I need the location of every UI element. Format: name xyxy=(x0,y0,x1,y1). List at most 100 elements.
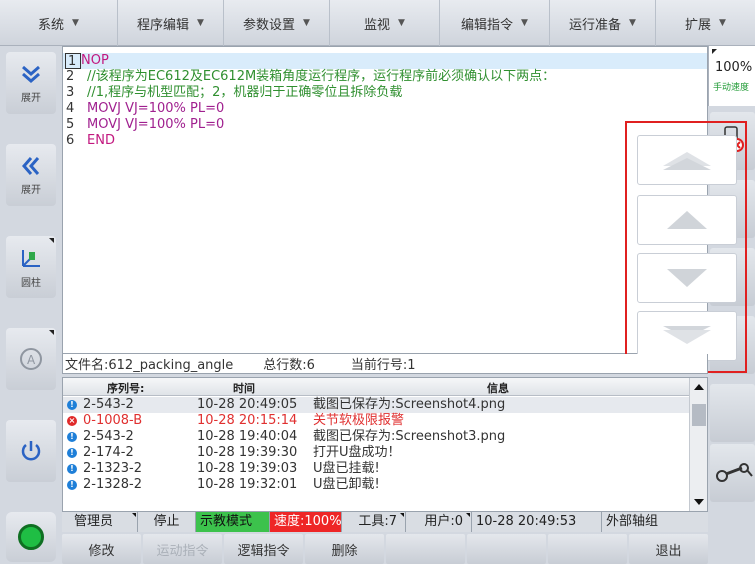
info-icon: ! xyxy=(67,480,77,490)
teach-mode-chip: 示教模式 xyxy=(196,512,270,532)
exit-button[interactable]: 退出 xyxy=(629,534,708,564)
chevron-down-icon: ▼ xyxy=(197,18,204,28)
scroll-thumb[interactable] xyxy=(692,404,706,426)
log-row[interactable]: × 0-1008-B 10-28 20:15:14 关节软极限报警 xyxy=(63,413,689,429)
svg-text:A: A xyxy=(27,353,36,367)
scroll-down-icon[interactable] xyxy=(694,499,704,505)
expand-button-top[interactable]: 展开 xyxy=(6,52,56,114)
log-scrollbar[interactable] xyxy=(689,378,707,511)
column-header-time: 时间 xyxy=(233,382,255,395)
menu-extension[interactable]: 扩展 ▼ xyxy=(656,0,755,46)
top-menu-bar: 系统 ▼ 程序编辑 ▼ 参数设置 ▼ 监视 ▼ 编辑指令 ▼ 运行准备 ▼ 扩展 ▼ xyxy=(0,0,755,46)
program-line[interactable]: 4 MOVJ VJ=100% PL=0 xyxy=(63,101,707,117)
info-icon: ! xyxy=(67,432,77,442)
bottom-function-bar: 修改 运动指令 逻辑指令 删除 退出 xyxy=(62,534,708,564)
menu-run-prep[interactable]: 运行准备 ▼ xyxy=(550,0,656,46)
program-line[interactable]: 5 MOVJ VJ=100% PL=0 xyxy=(63,117,707,133)
error-icon: × xyxy=(67,416,77,426)
line-code: MOVJ VJ=100% PL=0 xyxy=(87,101,225,116)
file-name: 文件名:612_packing_angle xyxy=(65,358,234,373)
log-row[interactable]: ! 2-1328-2 10-28 19:32:01 U盘已卸载! xyxy=(63,477,689,493)
speed-mode-label: 手动速度 xyxy=(713,83,750,93)
robot-arm-icon xyxy=(716,463,753,482)
double-down-arrow-icon xyxy=(663,326,711,344)
log-header: 序列号: 时间 信息 xyxy=(63,378,689,396)
robot-teach-pendant-screen: 系统 ▼ 程序编辑 ▼ 参数设置 ▼ 监视 ▼ 编辑指令 ▼ 运行准备 ▼ 扩展 ▼ 展开 展… xyxy=(0,0,755,564)
program-line[interactable]: 2 //该程序为EC612及EC612M装箱角度运行程序，运行程序前必须确认以下… xyxy=(63,69,707,85)
page-scroll-controls xyxy=(625,121,747,373)
line-number: 3 xyxy=(66,85,75,100)
menu-system[interactable]: 系统 ▼ xyxy=(0,0,118,46)
user-frame-chip[interactable]: 用户:0 xyxy=(406,512,472,532)
log-row[interactable]: ! 2-174-2 10-28 19:39:30 打开U盘成功！ xyxy=(63,445,689,461)
run-indicator-button[interactable] xyxy=(6,512,56,562)
power-icon xyxy=(21,441,41,461)
cylinder-coordinate-icon xyxy=(22,249,40,267)
axis-mode-button[interactable]: A xyxy=(6,328,56,390)
line-number: 6 xyxy=(66,133,75,148)
current-line: 当前行号:1 xyxy=(350,358,416,373)
cylinder-label: 圆柱 xyxy=(21,277,41,289)
program-editor[interactable]: 1 NOP 2 //该程序为EC612及EC612M装箱角度运行程序，运行程序前… xyxy=(62,46,747,373)
log-row[interactable]: ! 2-543-2 10-28 19:40:04 截图已保存为:Screensh… xyxy=(63,429,689,445)
info-icon: ! xyxy=(67,448,77,458)
delete-button[interactable]: 删除 xyxy=(305,534,384,564)
page-up-button[interactable] xyxy=(637,135,737,185)
program-line[interactable]: 1 NOP xyxy=(63,53,707,69)
function-button-6[interactable] xyxy=(467,534,546,564)
expand-button-left[interactable]: 展开 xyxy=(6,144,56,206)
expand-label: 展开 xyxy=(21,184,41,196)
program-line[interactable]: 6 END xyxy=(63,133,707,149)
left-sidebar: 展开 展开 圆柱 A xyxy=(0,46,62,564)
chevron-double-left-icon xyxy=(22,156,40,175)
logic-instruction-button[interactable]: 逻辑指令 xyxy=(224,534,303,564)
line-number: 2 xyxy=(66,69,75,84)
line-code: //该程序为EC612及EC612M装箱角度运行程序，运行程序前必须确认以下两点… xyxy=(87,69,556,84)
menu-program-edit[interactable]: 程序编辑 ▼ xyxy=(118,0,224,46)
line-number: 5 xyxy=(66,117,75,132)
alarm-log-table: 序列号: 时间 信息 ! 2-543-2 10-28 20:49:05 截图已保… xyxy=(62,377,708,512)
robot-status-strip: 管理员 停止 示教模式 速度:100% 工具:7 用户:0 10-28 20:4… xyxy=(62,512,708,532)
log-row[interactable]: ! 2-1323-2 10-28 19:39:03 U盘已挂载! xyxy=(63,461,689,477)
tool-chip[interactable]: 工具:7 xyxy=(342,512,406,532)
servo-power-button[interactable] xyxy=(6,420,56,482)
line-number: 4 xyxy=(66,101,75,116)
coordinate-cylinder-button[interactable]: 圆柱 xyxy=(6,236,56,298)
external-axis-chip[interactable]: 外部轴组 xyxy=(602,512,708,532)
right-empty-button-4[interactable] xyxy=(710,384,755,442)
menu-edit-instruction[interactable]: 编辑指令 ▼ xyxy=(440,0,550,46)
menu-parameter-settings[interactable]: 参数设置 ▼ xyxy=(224,0,330,46)
robot-arm-button[interactable] xyxy=(710,444,755,502)
motion-instruction-button[interactable]: 运动指令 xyxy=(143,534,222,564)
scroll-up-icon[interactable] xyxy=(694,384,704,390)
program-status-bar: 文件名:612_packing_angle 总行数:6 当前行号:1 xyxy=(62,354,708,374)
line-number: 1 xyxy=(65,53,81,69)
program-line[interactable]: 3 //1,程序与机型匹配；2，机器归于正确零位且拆除负载 xyxy=(63,85,707,101)
line-down-button[interactable] xyxy=(637,253,737,303)
line-code: MOVJ VJ=100% PL=0 xyxy=(87,117,225,132)
log-row[interactable]: ! 2-543-2 10-28 20:49:05 截图已保存为:Screensh… xyxy=(63,397,689,413)
modify-button[interactable]: 修改 xyxy=(62,534,141,564)
up-arrow-icon xyxy=(667,211,707,229)
menu-monitor[interactable]: 监视 ▼ xyxy=(330,0,440,46)
info-icon: ! xyxy=(67,400,77,410)
chevron-down-icon: ▼ xyxy=(72,18,79,28)
line-up-button[interactable] xyxy=(637,195,737,245)
double-up-arrow-icon xyxy=(663,152,711,170)
down-arrow-icon xyxy=(667,269,707,287)
chevron-double-down-icon xyxy=(22,65,40,83)
column-header-info: 信息 xyxy=(487,382,509,395)
manual-speed-indicator[interactable]: 100% 手动速度 xyxy=(708,46,755,106)
line-code: //1,程序与机型匹配；2，机器归于正确零位且拆除负载 xyxy=(87,85,403,100)
function-button-7[interactable] xyxy=(548,534,627,564)
chevron-down-icon: ▼ xyxy=(398,18,405,28)
user-role-chip[interactable]: 管理员 xyxy=(62,512,138,532)
column-header-id: 序列号: xyxy=(107,382,145,395)
total-lines: 总行数:6 xyxy=(263,358,315,373)
speed-percent: 100% xyxy=(715,60,753,75)
chevron-down-icon: ▼ xyxy=(629,18,636,28)
speed-chip: 速度:100% xyxy=(270,512,342,532)
function-button-5[interactable] xyxy=(386,534,465,564)
run-state-chip: 停止 xyxy=(138,512,196,532)
info-icon: ! xyxy=(67,464,77,474)
